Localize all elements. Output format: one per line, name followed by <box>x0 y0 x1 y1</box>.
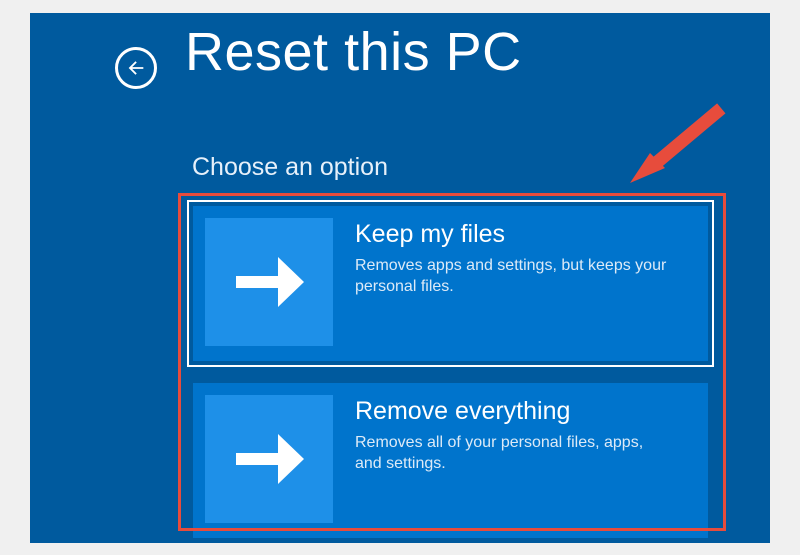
option-keep-my-files[interactable]: Keep my files Removes apps and settings,… <box>193 206 708 361</box>
option-remove-everything[interactable]: Remove everything Removes all of your pe… <box>193 383 708 538</box>
reset-pc-screen: Reset this PC Choose an option Keep my f… <box>30 13 770 543</box>
option-description: Removes all of your personal files, apps… <box>355 432 673 475</box>
back-arrow-icon <box>125 57 147 79</box>
option-title: Remove everything <box>355 397 673 426</box>
option-title: Keep my files <box>355 220 673 249</box>
arrow-right-icon <box>205 218 333 346</box>
options-list: Keep my files Removes apps and settings,… <box>185 198 715 533</box>
option-text: Remove everything Removes all of your pe… <box>333 395 673 475</box>
back-button[interactable] <box>115 47 157 89</box>
page-title: Reset this PC <box>185 21 522 83</box>
arrow-right-icon <box>205 395 333 523</box>
option-text: Keep my files Removes apps and settings,… <box>333 218 673 298</box>
option-description: Removes apps and settings, but keeps you… <box>355 255 673 298</box>
subtitle: Choose an option <box>192 153 388 182</box>
annotation-arrow-icon <box>610 83 750 213</box>
